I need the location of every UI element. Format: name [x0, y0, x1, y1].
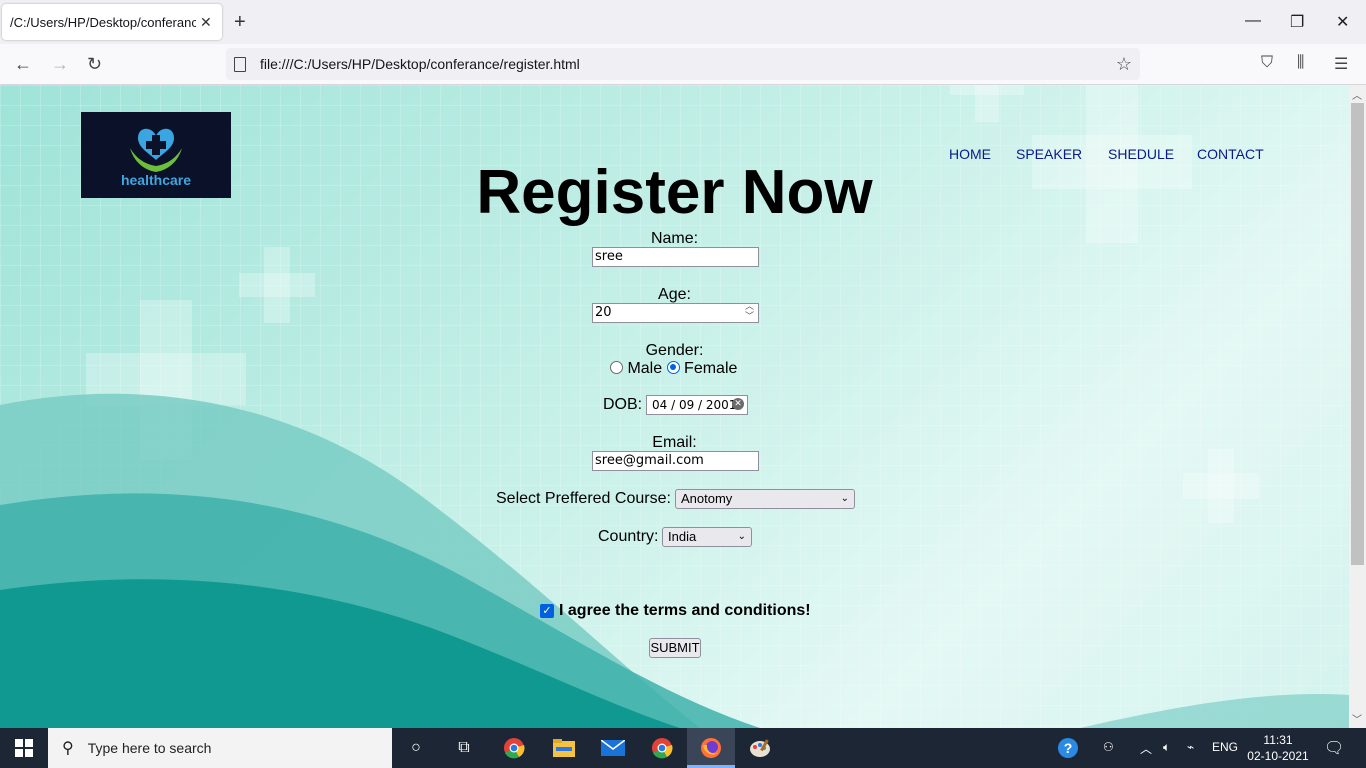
- chrome-icon[interactable]: [502, 736, 526, 760]
- people-icon[interactable]: ⚇: [1103, 740, 1114, 754]
- firefox-icon[interactable]: [699, 736, 723, 760]
- taskbar-search-box[interactable]: ⚲ Type here to search: [48, 728, 392, 768]
- age-label: Age:: [658, 286, 691, 303]
- gender-label: Gender:: [645, 342, 704, 359]
- forward-icon[interactable]: →: [51, 54, 69, 74]
- dob-value: 04 / 09 / 2001: [652, 398, 737, 412]
- submit-button[interactable]: SUBMIT: [649, 638, 701, 658]
- notification-icon[interactable]: 🗨︎: [1324, 738, 1344, 758]
- number-spinner-icon[interactable]: ︿ ﹀: [745, 302, 754, 322]
- mail-icon[interactable]: [601, 736, 625, 760]
- scroll-down-icon[interactable]: ﹀: [1352, 711, 1362, 726]
- file-explorer-icon[interactable]: [552, 736, 576, 760]
- name-label: Name:: [650, 230, 699, 247]
- tab-title: /C:/Users/HP/Desktop/conferance/r: [10, 14, 196, 30]
- browser-tab[interactable]: /C:/Users/HP/Desktop/conferance/r ✕: [2, 4, 222, 40]
- url-text: file:///C:/Users/HP/Desktop/conferance/r…: [260, 56, 580, 72]
- chrome-icon-2[interactable]: [650, 736, 674, 760]
- library-icon[interactable]: ⫼: [1297, 54, 1304, 72]
- course-value: Anotomy: [681, 491, 733, 506]
- task-view-icon[interactable]: ⧉: [452, 736, 476, 760]
- bookmark-star-icon[interactable]: ☆: [1116, 54, 1132, 75]
- restore-icon[interactable]: ❐: [1290, 12, 1304, 32]
- name-input[interactable]: sree: [592, 247, 759, 267]
- gender-female-radio[interactable]: [666, 361, 680, 374]
- volume-icon[interactable]: 🔈︎: [1163, 740, 1170, 755]
- terms-label: I agree the terms and conditions!: [559, 602, 811, 619]
- address-bar[interactable]: file:///C:/Users/HP/Desktop/conferance/r…: [226, 48, 1140, 80]
- course-select[interactable]: Anotomy ⌄: [675, 489, 855, 509]
- search-icon: ⚲: [62, 740, 74, 757]
- clock-date: 02-10-2021: [1247, 749, 1309, 763]
- page-title: Register Now: [476, 158, 873, 227]
- taskbar: ⚲ Type here to search ○ ⧉ ? ⚇ ︿ 🔈︎ ⌁ ENG…: [0, 728, 1366, 768]
- reload-icon[interactable]: ↻: [87, 54, 102, 74]
- pocket-icon[interactable]: ⛉: [1261, 54, 1273, 72]
- search-placeholder: Type here to search: [87, 740, 212, 756]
- chevron-down-icon: ⌄: [840, 493, 849, 504]
- windows-start-icon[interactable]: [12, 736, 36, 760]
- cortana-icon[interactable]: ○: [404, 736, 428, 760]
- close-window-icon[interactable]: ✕: [1336, 12, 1349, 32]
- gender-female-label: Female: [684, 360, 738, 377]
- navigation-toolbar: ← → ↻ file:///C:/Users/HP/Desktop/confer…: [0, 44, 1366, 85]
- web-page: healthcare HOME SPEAKER SHEDULE CONTACT …: [0, 85, 1349, 728]
- clock[interactable]: 11:31 02-10-2021: [1244, 732, 1312, 764]
- help-icon[interactable]: ?: [1056, 736, 1080, 760]
- back-icon[interactable]: ←: [14, 54, 32, 74]
- country-value: India: [668, 529, 697, 544]
- page-icon: [234, 56, 246, 72]
- close-tab-icon[interactable]: ✕: [200, 14, 212, 31]
- country-select[interactable]: India ⌄: [662, 527, 752, 547]
- scroll-up-icon[interactable]: ︿: [1352, 87, 1362, 102]
- network-icon[interactable]: ⌁: [1187, 740, 1194, 754]
- new-tab-icon[interactable]: +: [234, 10, 246, 34]
- chevron-up-icon[interactable]: ︿: [1140, 740, 1152, 757]
- clock-time: 11:31: [1263, 733, 1293, 747]
- gender-male-label: Male: [627, 360, 663, 377]
- chevron-down-icon: ⌄: [737, 531, 746, 542]
- email-input[interactable]: sree@gmail.com: [592, 451, 759, 471]
- terms-checkbox[interactable]: ✓: [540, 604, 554, 618]
- age-input[interactable]: 20 ︿ ﹀: [592, 302, 759, 323]
- email-label: Email:: [652, 434, 697, 451]
- language-indicator[interactable]: ENG: [1212, 740, 1238, 754]
- paint-icon[interactable]: [748, 736, 772, 760]
- age-value: 20: [595, 305, 612, 320]
- gender-radio-group: Male Female: [610, 360, 737, 378]
- dob-label: DOB:: [603, 396, 643, 413]
- menu-icon[interactable]: ☰: [1334, 54, 1348, 74]
- course-label: Select Preffered Course:: [496, 490, 671, 507]
- scrollbar-thumb[interactable]: [1351, 103, 1364, 565]
- tab-bar: /C:/Users/HP/Desktop/conferance/r ✕ + — …: [0, 0, 1366, 44]
- clear-date-icon[interactable]: ✕: [732, 398, 744, 410]
- country-label: Country:: [598, 528, 659, 545]
- gender-male-radio[interactable]: [610, 361, 623, 374]
- dob-input[interactable]: 04 / 09 / 2001 ✕: [646, 395, 748, 415]
- minimize-icon[interactable]: —: [1245, 12, 1261, 30]
